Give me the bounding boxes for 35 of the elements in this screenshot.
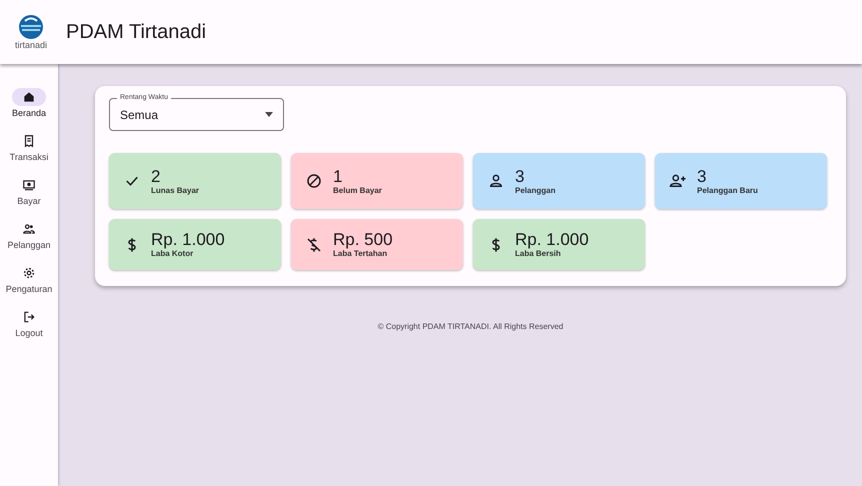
sidebar-item[interactable]: Pelanggan <box>7 220 51 250</box>
stat-value: Rp. 1.000 <box>151 231 225 249</box>
logout-icon <box>22 310 36 324</box>
stat-value: 3 <box>515 168 526 186</box>
person-add-icon <box>669 172 687 190</box>
stat-label: Laba Tertahan <box>333 249 388 258</box>
stat-value: 3 <box>697 168 708 186</box>
stat-value: 1 <box>333 168 344 186</box>
people-icon <box>22 222 36 236</box>
dropdown-arrow-icon <box>265 112 273 117</box>
logo-caption: tirtanadi <box>14 40 48 50</box>
receipt-icon <box>22 134 36 148</box>
stat-value: 2 <box>151 168 162 186</box>
stat-label: Laba Bersih <box>515 249 562 258</box>
dropdown-value: Semua <box>120 108 158 122</box>
sidebar-item[interactable]: Bayar <box>12 176 46 206</box>
sidebar-item[interactable]: Logout <box>12 308 46 338</box>
stat-label: Lunas Bayar <box>151 186 200 194</box>
app-title: PDAM Tirtanadi <box>66 20 206 44</box>
blocked-icon <box>305 172 323 190</box>
sidebar-item[interactable]: Pengaturan <box>6 264 52 294</box>
logo-icon <box>18 14 44 40</box>
home-icon <box>22 90 36 104</box>
gear-icon <box>22 266 36 280</box>
stat-label: Pelanggan <box>515 186 556 194</box>
payment-icon <box>22 178 36 192</box>
stat-label: Belum Bayar <box>333 186 382 194</box>
stat-label: Laba Kotor <box>151 249 194 258</box>
person-icon <box>487 172 505 190</box>
stat-value: Rp. 500 <box>333 231 393 249</box>
stat-label: Pelanggan Baru <box>697 186 758 194</box>
money-off-icon <box>305 236 323 254</box>
stat-value: Rp. 1.000 <box>515 231 589 249</box>
sidebar-item[interactable]: Transaksi <box>10 132 48 162</box>
copyright-text: © Copyright PDAM TIRTANADI. All Rights Reserved <box>378 322 564 331</box>
